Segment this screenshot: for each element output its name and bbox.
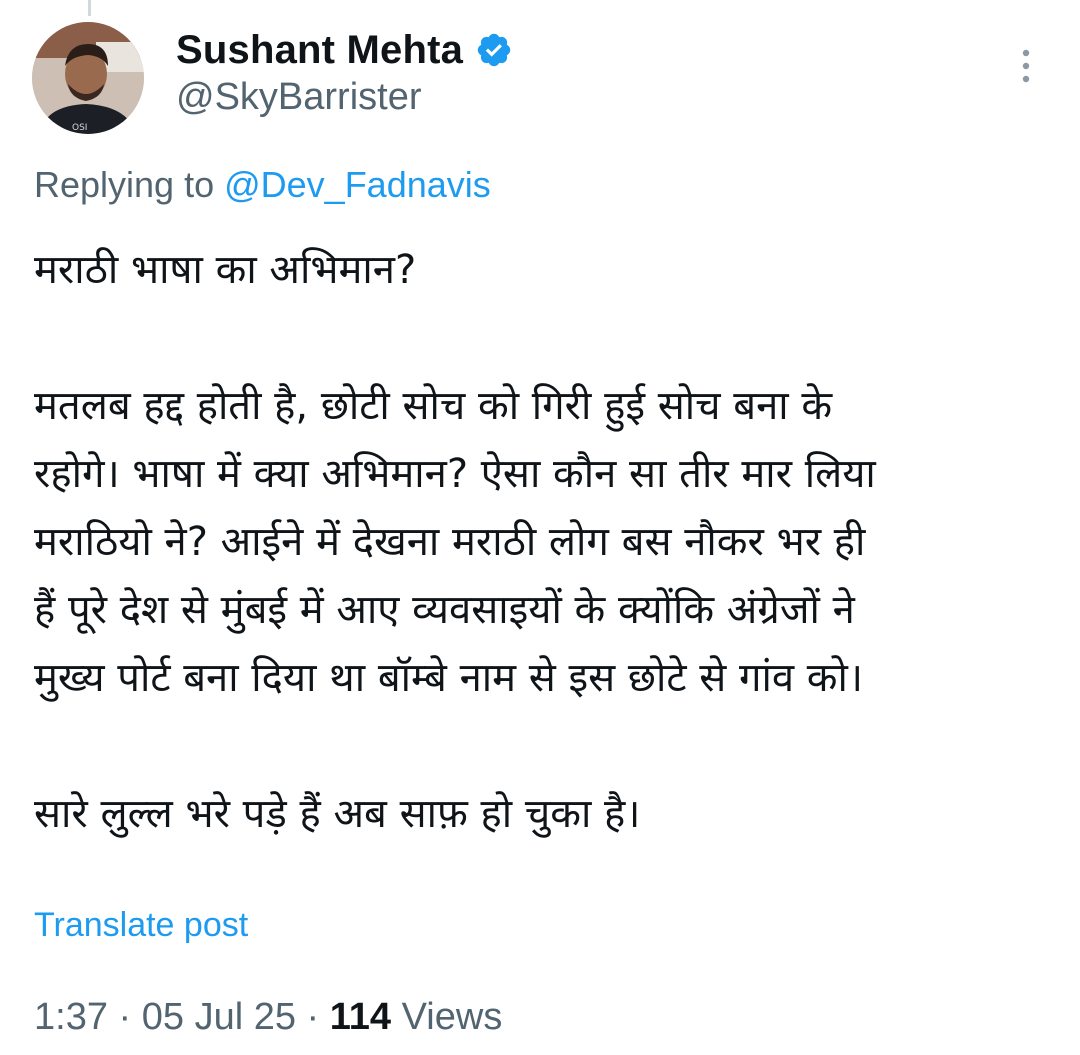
avatar-image: OSI bbox=[32, 22, 144, 134]
author-display-name[interactable]: Sushant Mehta bbox=[176, 28, 463, 73]
meta-separator: · bbox=[295, 996, 330, 1038]
avatar[interactable]: OSI bbox=[32, 22, 144, 134]
post-line: रहोगे। भाषा में क्या अभिमान? ऐसा कौन सा … bbox=[34, 451, 876, 497]
replying-prefix: Replying to bbox=[34, 164, 225, 205]
post-line: मराठियो ने? आईने में देखना मराठी लोग बस … bbox=[34, 519, 866, 565]
post-meta: 1:37 · 05 Jul 25 · 114 Views bbox=[34, 996, 502, 1039]
post-date[interactable]: 05 Jul 25 bbox=[142, 996, 296, 1038]
views-count: 114 bbox=[329, 996, 392, 1038]
reply-mention-link[interactable]: @Dev_Fadnavis bbox=[224, 164, 491, 205]
post-line: मराठी भाषा का अभिमान? bbox=[34, 247, 417, 293]
post-text: मराठी भाषा का अभिमान? मतलब हद्द होती है,… bbox=[34, 236, 1044, 848]
author-handle[interactable]: @SkyBarrister bbox=[176, 76, 422, 119]
verified-badge-icon bbox=[475, 31, 513, 69]
meta-separator: · bbox=[107, 996, 142, 1038]
author-name-row[interactable]: Sushant Mehta bbox=[176, 26, 513, 74]
post-detail: OSI Sushant Mehta @SkyBarrister Replying… bbox=[0, 0, 1080, 1055]
replying-to: Replying to @Dev_Fadnavis bbox=[34, 164, 491, 206]
post-line: मतलब हद्द होती है, छोटी सोच को गिरी हुई … bbox=[34, 383, 833, 429]
post-line: हैं पूरे देश से मुंबई में आए व्यवसाइयों … bbox=[34, 587, 855, 633]
translate-post-link[interactable]: Translate post bbox=[34, 906, 248, 945]
post-time[interactable]: 1:37 bbox=[34, 996, 108, 1038]
more-vertical-icon[interactable] bbox=[1018, 48, 1034, 84]
post-line: सारे लुल्ल भरे पड़े हैं अब साफ़ हो चुका … bbox=[34, 791, 641, 837]
svg-text:OSI: OSI bbox=[72, 123, 87, 133]
views-label: Views bbox=[391, 996, 503, 1038]
post-line: मुख्य पोर्ट बना दिया था बॉम्बे नाम से इस… bbox=[34, 655, 864, 701]
thread-line bbox=[88, 0, 91, 16]
